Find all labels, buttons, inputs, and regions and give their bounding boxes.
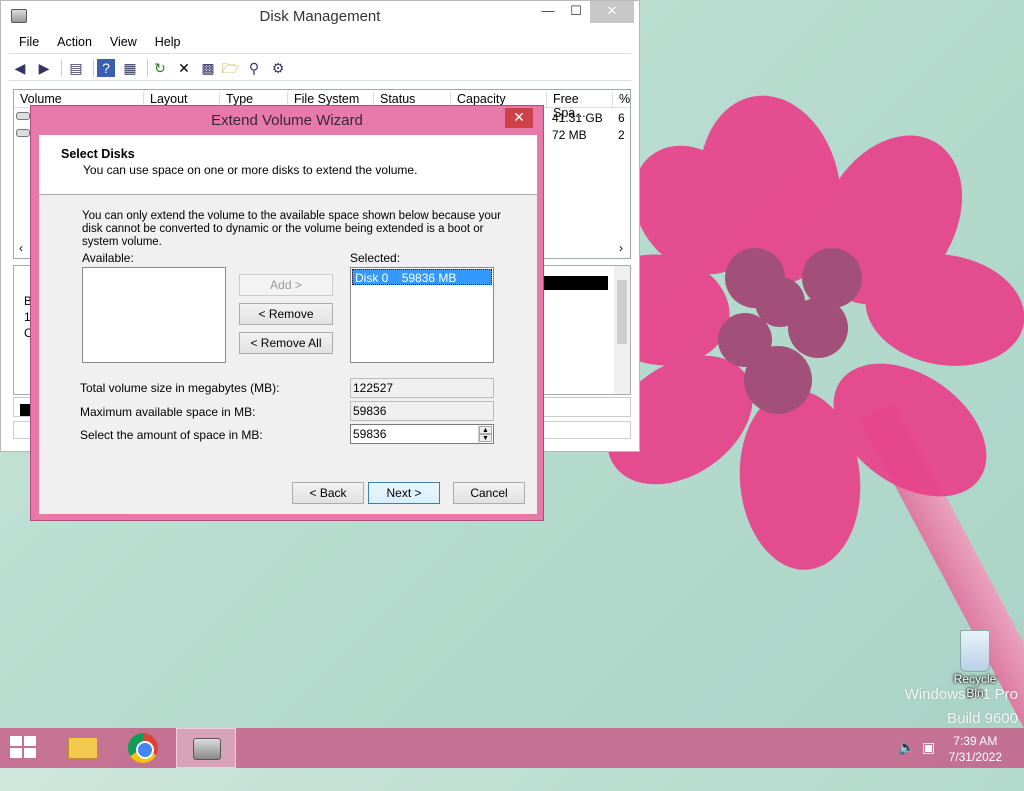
start-button[interactable] [10, 736, 38, 760]
menu-action[interactable]: Action [47, 32, 100, 49]
menu-file[interactable]: File [9, 32, 47, 49]
volume-drive-icon [16, 112, 30, 120]
taskbar-chrome[interactable] [114, 728, 174, 768]
taskbar: 🔈 ▣ 7:39 AM 7/31/2022 [0, 728, 1024, 768]
column-free-space[interactable]: Free Spa... [547, 92, 613, 120]
close-button[interactable]: ✕ [590, 1, 634, 23]
wizard-close-button[interactable]: ✕ [505, 108, 533, 128]
total-size-label: Total volume size in megabytes (MB): [80, 381, 280, 395]
selected-disk-item[interactable]: Disk 0 59836 MB [352, 269, 492, 285]
row1-free-space: 41.31 GB [552, 111, 603, 125]
back-arrow-icon[interactable]: ◀ [11, 59, 29, 77]
space-amount-value: 59836 [353, 427, 387, 441]
selected-disk-name: Disk 0 [355, 271, 389, 285]
row2-free-space: 72 MB [552, 128, 587, 142]
maximize-button[interactable]: ☐ [561, 1, 591, 23]
wizard-step-title: Select Disks [61, 147, 135, 161]
max-space-value: 59836 [350, 401, 494, 421]
windows-logo-icon [10, 736, 22, 746]
select-amount-label: Select the amount of space in MB: [80, 428, 263, 442]
wizard-title: Extend Volume Wizard [211, 112, 363, 129]
speaker-muted-icon[interactable]: 🔈 [898, 739, 915, 756]
wizard-header: Select Disks You can use space on one or… [39, 135, 537, 195]
toolbar: ◀ ▶ ▤ ? ▦ ↻ ✕ ▩ 🗁 ⚲ ⚙ [9, 55, 631, 81]
selected-disk-size: 59836 MB [401, 271, 457, 285]
open-folder-icon[interactable]: 🗁 [221, 59, 239, 77]
scroll-left-icon[interactable]: ‹ [19, 241, 23, 255]
menu-view[interactable]: View [100, 32, 145, 49]
column-percent[interactable]: % [613, 92, 632, 108]
selected-label: Selected: [350, 251, 401, 265]
max-space-label: Maximum available space in MB: [80, 405, 256, 419]
check-icon[interactable]: ▩ [199, 59, 217, 77]
spin-down-icon[interactable]: ▼ [479, 434, 492, 442]
taskbar-disk-management[interactable] [176, 728, 236, 768]
spin-buttons: ▲ ▼ [478, 426, 492, 443]
cancel-button[interactable]: Cancel [453, 482, 525, 504]
scroll-right-icon[interactable]: › [619, 241, 623, 255]
spin-up-icon[interactable]: ▲ [479, 426, 492, 434]
help-icon[interactable]: ? [97, 59, 115, 77]
network-icon[interactable]: ▣ [922, 739, 935, 756]
wizard-info-text: You can only extend the volume to the av… [82, 210, 501, 248]
system-clock[interactable]: 7:39 AM 7/31/2022 [949, 733, 1002, 765]
title-bar: Disk Management — ☐ ✕ [1, 1, 639, 31]
volume-drive-icon [16, 129, 30, 137]
clock-date: 7/31/2022 [948, 750, 1002, 764]
recycle-bin-shortcut[interactable]: Recycle Bin [944, 630, 1006, 700]
row1-percent: 6 [618, 111, 625, 125]
recycle-bin-label: Recycle Bin [953, 672, 997, 700]
total-size-value: 122527 [350, 378, 494, 398]
settings-icon[interactable]: ⚙ [269, 59, 287, 77]
space-amount-stepper[interactable]: 59836 ▲ ▼ [350, 424, 494, 444]
taskbar-file-explorer[interactable] [52, 728, 112, 768]
wallpaper-flower [600, 95, 1024, 570]
search-icon[interactable]: ⚲ [245, 59, 263, 77]
wizard-body: Select Disks You can use space on one or… [39, 135, 537, 514]
next-button[interactable]: Next > [368, 482, 440, 504]
folder-icon [68, 737, 98, 759]
forward-arrow-icon[interactable]: ▶ [35, 59, 53, 77]
os-build-watermark: Build 9600 [947, 710, 1018, 727]
clock-time: 7:39 AM [953, 734, 998, 748]
delete-icon[interactable]: ✕ [175, 59, 193, 77]
minimize-button[interactable]: — [533, 1, 563, 23]
refresh-icon[interactable]: ↻ [151, 59, 169, 77]
disk-management-icon [193, 738, 221, 760]
console-tree-icon[interactable]: ▤ [67, 59, 85, 77]
menu-help[interactable]: Help [145, 32, 189, 49]
wizard-step-subtitle: You can use space on one or more disks t… [83, 163, 418, 177]
recycle-bin-icon [960, 630, 990, 672]
properties-icon[interactable]: ▦ [121, 59, 139, 77]
selected-disks-list[interactable]: Disk 0 59836 MB [350, 267, 494, 363]
chrome-icon [128, 733, 158, 763]
available-label: Available: [82, 251, 134, 265]
row2-percent: 2 [618, 128, 625, 142]
add-button[interactable]: Add > [239, 274, 333, 296]
remove-button[interactable]: < Remove [239, 303, 333, 325]
menu-bar: File Action View Help [9, 32, 631, 54]
extend-volume-wizard-dialog: Extend Volume Wizard ✕ Select Disks You … [30, 105, 544, 521]
vertical-scrollbar[interactable] [614, 266, 630, 394]
remove-all-button[interactable]: < Remove All [239, 332, 333, 354]
available-disks-list[interactable] [82, 267, 226, 363]
partition-bar[interactable] [544, 276, 608, 290]
back-button[interactable]: < Back [292, 482, 364, 504]
